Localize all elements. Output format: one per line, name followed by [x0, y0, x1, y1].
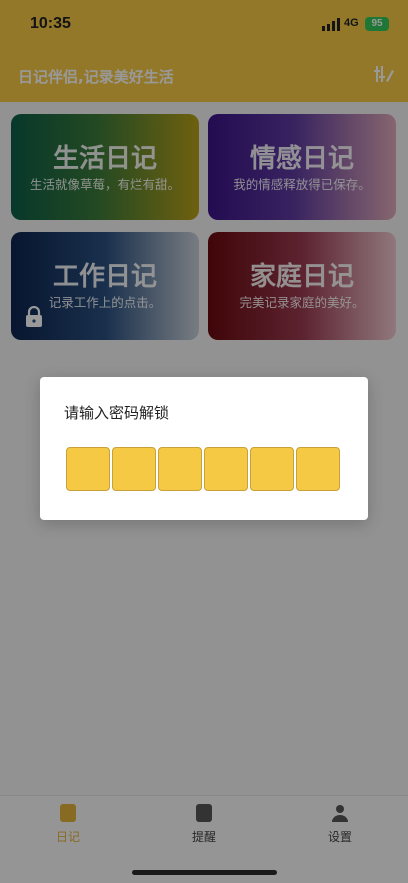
pin-digit-5[interactable]	[250, 447, 294, 491]
dialog-title: 请输入密码解锁	[64, 404, 170, 422]
pin-digit-4[interactable]	[204, 447, 248, 491]
pin-input-row[interactable]	[66, 447, 340, 491]
pin-digit-1[interactable]	[66, 447, 110, 491]
pin-digit-6[interactable]	[296, 447, 340, 491]
pin-digit-2[interactable]	[112, 447, 156, 491]
pin-digit-3[interactable]	[158, 447, 202, 491]
password-dialog: 请输入密码解锁	[40, 377, 368, 520]
home-indicator	[132, 870, 277, 875]
